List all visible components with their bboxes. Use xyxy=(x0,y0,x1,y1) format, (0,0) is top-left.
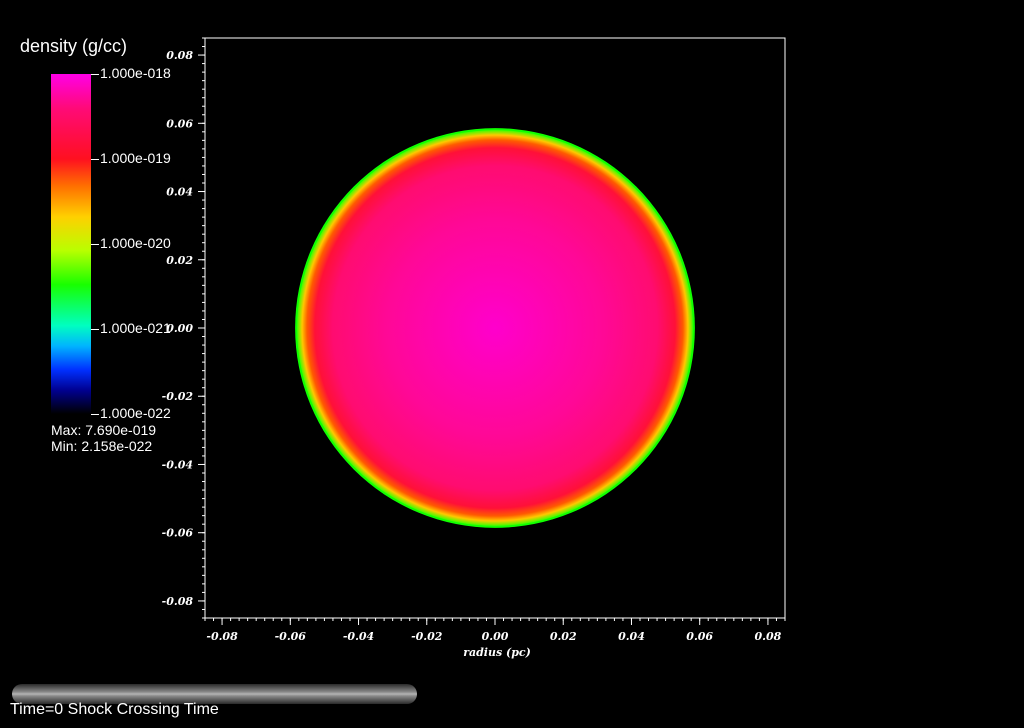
y-tick-label: 0.04 xyxy=(166,186,193,199)
x-axis-label: radius (pc) xyxy=(463,646,531,659)
x-tick-label: -0.02 xyxy=(411,630,443,643)
x-tick-label: 0.06 xyxy=(686,630,713,643)
colorbar xyxy=(51,74,91,414)
y-tick-label: 0.08 xyxy=(166,49,193,62)
density-cloud xyxy=(297,130,693,526)
colorbar-tick xyxy=(91,414,99,415)
colorbar-tick xyxy=(91,159,99,160)
colorbar-label: 1.000e-020 xyxy=(100,235,171,251)
time-caption: Time=0 Shock Crossing Time xyxy=(10,701,219,718)
y-tick-label: -0.06 xyxy=(162,527,194,540)
colorbar-tick xyxy=(91,329,99,330)
y-tick-label: -0.02 xyxy=(162,390,194,403)
y-tick-label: 0.06 xyxy=(166,117,193,130)
x-tick-label: -0.08 xyxy=(206,630,238,643)
x-tick-label: 0.04 xyxy=(618,630,645,643)
colorbar-label: 1.000e-022 xyxy=(100,405,171,421)
x-tick-label: 0.02 xyxy=(550,630,577,643)
x-tick-label: 0.00 xyxy=(482,630,509,643)
colorbar-tick xyxy=(91,74,99,75)
colorbar-label: 1.000e-018 xyxy=(100,65,171,81)
density-plot: -0.08 -0.06 -0.04 -0.02 0.00 0.02 0.04 0.06 0.08… xyxy=(162,37,786,659)
colorbar-title: density (g/cc) xyxy=(20,36,128,56)
colorbar-tick xyxy=(91,244,99,245)
y-tick-label: -0.04 xyxy=(162,458,193,471)
x-tick-label: -0.04 xyxy=(343,630,374,643)
x-tick-label: -0.06 xyxy=(275,630,307,643)
y-tick-label: -0.08 xyxy=(162,595,194,608)
x-tick-label: 0.08 xyxy=(755,630,782,643)
colorbar-label: 1.000e-021 xyxy=(100,320,171,336)
max-value: Max: 7.690e-019 xyxy=(51,422,157,438)
min-value: Min: 2.158e-022 xyxy=(51,438,153,454)
y-tick-label: 0.02 xyxy=(166,254,193,267)
colorbar-label: 1.000e-019 xyxy=(100,150,171,166)
